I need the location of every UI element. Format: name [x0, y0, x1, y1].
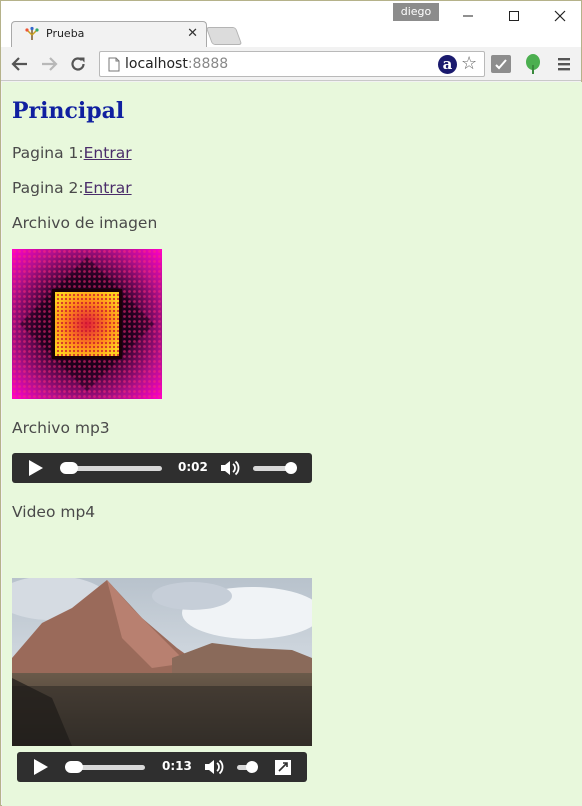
- page-title: Principal: [12, 98, 125, 124]
- fullscreen-icon[interactable]: [274, 759, 292, 776]
- audio-time: 0:02: [178, 460, 208, 474]
- url-port: :8888: [187, 56, 229, 72]
- back-button[interactable]: [9, 53, 31, 75]
- tab-close-icon[interactable]: ✕: [187, 26, 198, 42]
- video-frame[interactable]: [12, 578, 312, 746]
- page2-line: Pagina 2:Entrar: [12, 179, 132, 197]
- browser-window: diego Prueba ✕ localhost:8888 a ☆ Princi…: [0, 0, 582, 806]
- tab-prueba[interactable]: Prueba ✕: [11, 21, 207, 47]
- page1-label: Pagina 1:: [12, 144, 84, 162]
- maximize-icon: [509, 11, 519, 21]
- reload-icon: [71, 57, 85, 71]
- minimize-button[interactable]: [445, 1, 491, 31]
- favicon-icon: [25, 26, 39, 40]
- audio-volume-icon[interactable]: [219, 459, 241, 477]
- video-volume-icon[interactable]: [203, 758, 225, 776]
- page-icon: [108, 57, 120, 72]
- audio-player: 0:02: [12, 453, 312, 483]
- image-label: Archivo de imagen: [12, 214, 158, 232]
- back-arrow-icon: [11, 57, 27, 71]
- leaf-icon: [526, 54, 540, 74]
- video-controls: 0:13: [17, 752, 307, 782]
- reload-button[interactable]: [67, 53, 89, 75]
- video-play-icon[interactable]: [31, 758, 49, 776]
- forward-arrow-icon: [42, 57, 58, 71]
- page-content: Principal Pagina 1:Entrar Pagina 2:Entra…: [2, 82, 582, 806]
- audio-progress-thumb[interactable]: [60, 462, 78, 474]
- menu-button[interactable]: [556, 55, 572, 73]
- page1-link[interactable]: Entrar: [84, 144, 132, 162]
- extension-leaf-icon[interactable]: [523, 53, 543, 75]
- amazon-extension-icon[interactable]: a: [438, 55, 457, 74]
- audio-volume-thumb[interactable]: [285, 462, 297, 474]
- video-volume-thumb[interactable]: [246, 761, 258, 773]
- video-time: 0:13: [162, 759, 192, 773]
- address-bar[interactable]: localhost:8888 a ☆: [99, 51, 485, 77]
- page2-label: Pagina 2:: [12, 179, 84, 197]
- audio-label: Archivo mp3: [12, 419, 110, 437]
- video-progress-thumb[interactable]: [65, 761, 83, 773]
- minimize-icon: [463, 15, 473, 17]
- title-bar: diego Prueba ✕: [1, 1, 581, 47]
- bookmark-star-icon[interactable]: ☆: [461, 53, 477, 75]
- audio-play-icon[interactable]: [26, 459, 44, 477]
- check-icon: [495, 59, 507, 70]
- video-label: Video mp4: [12, 503, 96, 521]
- url-text: localhost:8888: [125, 56, 228, 72]
- close-window-button[interactable]: [537, 1, 582, 31]
- maximize-button[interactable]: [491, 1, 537, 31]
- tab-title: Prueba: [46, 27, 85, 40]
- page1-line: Pagina 1:Entrar: [12, 144, 132, 162]
- page2-link[interactable]: Entrar: [84, 179, 132, 197]
- forward-button[interactable]: [38, 53, 60, 75]
- image-file: [12, 249, 162, 399]
- new-tab-button[interactable]: [205, 27, 243, 45]
- close-icon: [554, 10, 566, 22]
- toolbar: localhost:8888 a ☆: [1, 47, 581, 81]
- extension-check-icon[interactable]: [491, 55, 511, 73]
- url-host: localhost: [125, 56, 188, 72]
- profile-badge[interactable]: diego: [393, 3, 439, 21]
- hamburger-icon: [558, 58, 570, 71]
